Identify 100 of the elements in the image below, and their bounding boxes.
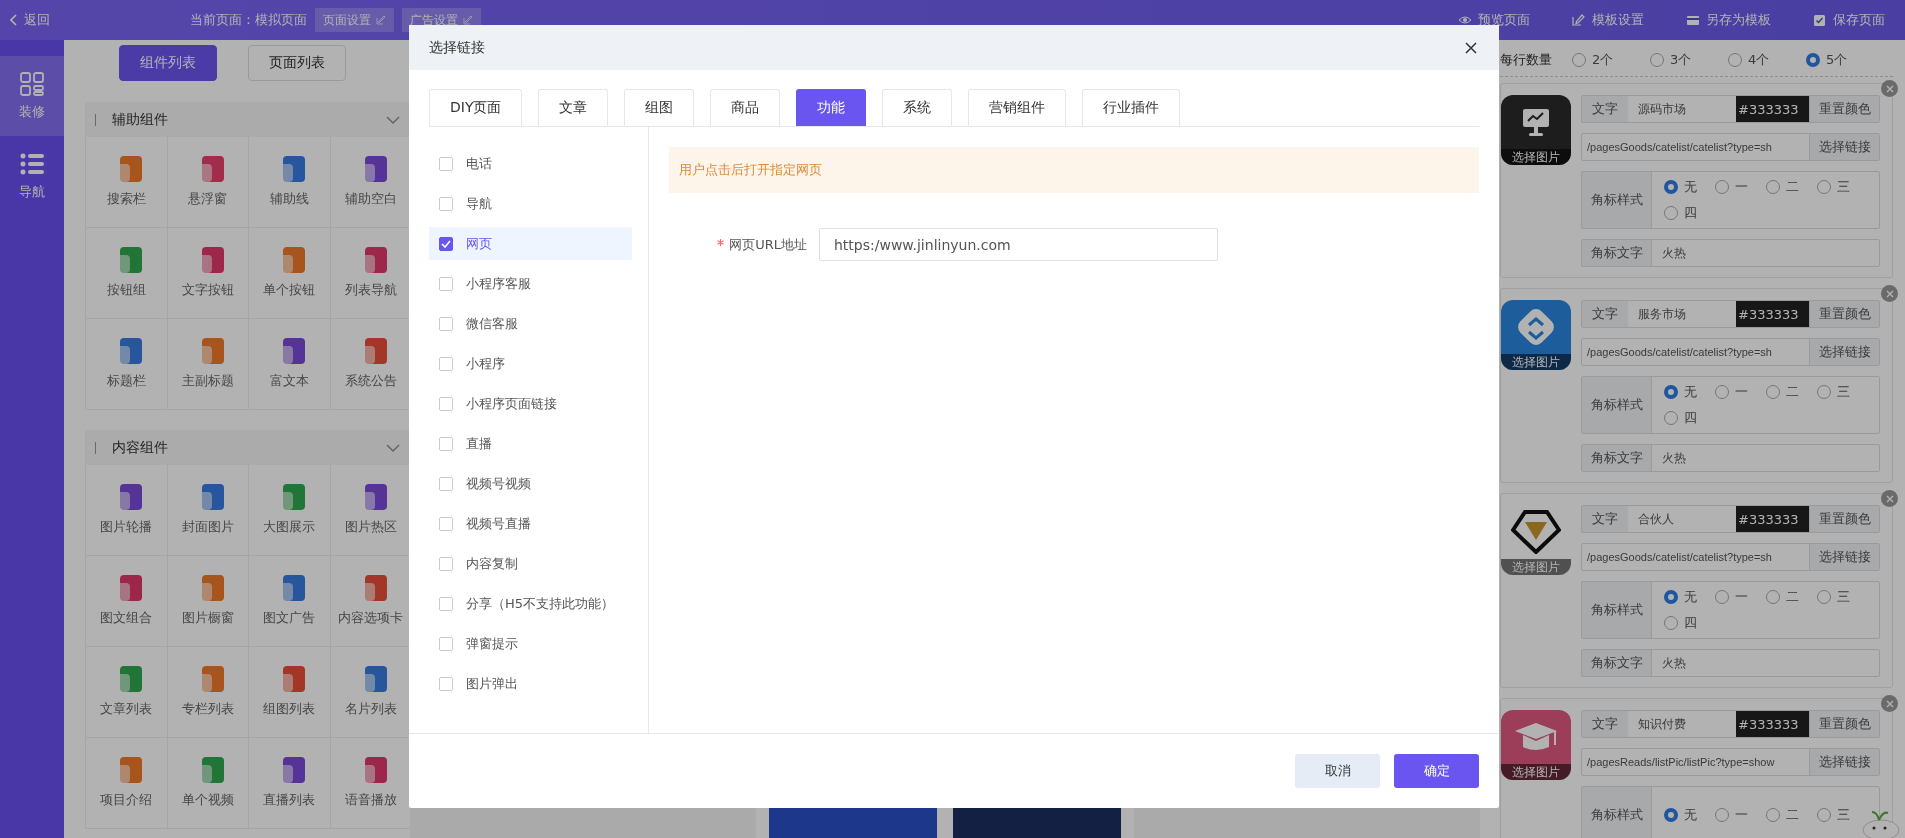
- close-button[interactable]: [1463, 39, 1479, 56]
- link-type-option[interactable]: 弹窗提示: [429, 627, 632, 660]
- top-action-button[interactable]: 保存页面: [1813, 11, 1885, 29]
- dialog-tab[interactable]: 文章: [538, 89, 609, 126]
- dialog-tab[interactable]: 行业插件: [1082, 89, 1181, 126]
- component-item[interactable]: 图文组合: [86, 556, 168, 647]
- dialog-tab[interactable]: 功能: [796, 89, 867, 126]
- link-type-option[interactable]: 分享（H5不支持此功能）: [429, 587, 632, 620]
- radio-option[interactable]: 四: [1664, 614, 1697, 632]
- panel-tab[interactable]: 页面列表: [248, 45, 346, 81]
- presentation-board-icon: [1523, 108, 1549, 136]
- component-item[interactable]: 单个视频: [167, 738, 249, 829]
- component-item[interactable]: 主副标题: [167, 319, 249, 410]
- image-picker[interactable]: 选择图片: [1501, 300, 1571, 370]
- per-row-label: 每行数量: [1500, 51, 1552, 69]
- component-item[interactable]: 图片橱窗: [167, 556, 249, 647]
- current-page-label: 当前页面：模拟页面: [190, 11, 307, 29]
- component-item[interactable]: 富文本: [249, 319, 331, 410]
- component-item[interactable]: 悬浮窗: [167, 137, 249, 228]
- link-type-option[interactable]: 视频号直播: [429, 507, 632, 540]
- edit-icon: [376, 15, 386, 25]
- component-item[interactable]: 项目介绍: [86, 738, 168, 829]
- group-header[interactable]: 内容组件: [85, 430, 410, 465]
- close-icon: [1465, 41, 1477, 54]
- close-icon: [1885, 289, 1894, 298]
- radio-option[interactable]: 三: [1817, 383, 1850, 401]
- link-type-option[interactable]: 视频号视频: [429, 467, 632, 500]
- radio-option[interactable]: 二: [1766, 588, 1799, 606]
- component-item[interactable]: 文章列表: [86, 647, 168, 738]
- url-input-field[interactable]: https:/www.jinlinyun.com: [819, 228, 1218, 261]
- top-action-button[interactable]: 预览页面: [1458, 11, 1530, 29]
- group-header[interactable]: 辅助组件: [85, 102, 410, 137]
- dialog-tab[interactable]: 系统: [882, 89, 953, 126]
- radio-option[interactable]: 2个: [1572, 51, 1632, 69]
- radio-option[interactable]: 三: [1817, 178, 1850, 196]
- link-type-option[interactable]: 小程序: [429, 347, 632, 380]
- component-item[interactable]: 大图展示: [249, 465, 331, 556]
- link-type-option[interactable]: 小程序页面链接: [429, 387, 632, 420]
- radio-option[interactable]: 二: [1766, 383, 1799, 401]
- field-label: 网页URL地址: [709, 235, 807, 254]
- field-label: 角标样式: [1582, 787, 1652, 838]
- sidebar-item[interactable]: 导航: [0, 136, 64, 216]
- component-item[interactable]: 组图列表: [249, 647, 331, 738]
- radio-option[interactable]: 三: [1817, 588, 1850, 606]
- dialog-tab[interactable]: DIY页面: [429, 89, 523, 126]
- component-item[interactable]: 专栏列表: [167, 647, 249, 738]
- link-type-option[interactable]: 网页: [429, 227, 632, 260]
- edit-icon: [463, 15, 473, 25]
- close-icon: [1885, 494, 1894, 503]
- radio-option[interactable]: 二: [1766, 806, 1799, 824]
- radio-option[interactable]: 四: [1664, 204, 1697, 222]
- link-type-option[interactable]: 图片弹出: [429, 667, 632, 700]
- component-item[interactable]: 图片轮播: [86, 465, 168, 556]
- radio-option[interactable]: 一: [1715, 383, 1748, 401]
- image-picker[interactable]: 选择图片: [1501, 95, 1571, 165]
- radio-option[interactable]: 无: [1664, 178, 1697, 196]
- card-icon: [1686, 14, 1700, 26]
- radio-option[interactable]: 3个: [1650, 51, 1710, 69]
- edit-icon: [1572, 14, 1586, 26]
- component-item[interactable]: 按钮组: [86, 228, 168, 319]
- link-type-option[interactable]: 小程序客服: [429, 267, 632, 300]
- component-item[interactable]: 搜索栏: [86, 137, 168, 228]
- chevron-left-icon: [10, 14, 18, 26]
- link-type-option[interactable]: 内容复制: [429, 547, 632, 580]
- image-picker[interactable]: 选择图片: [1501, 710, 1571, 780]
- radio-option[interactable]: 一: [1715, 178, 1748, 196]
- radio-option[interactable]: 4个: [1728, 51, 1788, 69]
- cancel-button[interactable]: 取消: [1295, 754, 1380, 788]
- radio-option[interactable]: 二: [1766, 178, 1799, 196]
- radio-option[interactable]: 无: [1664, 588, 1697, 606]
- component-item[interactable]: 标题栏: [86, 319, 168, 410]
- dialog-tab[interactable]: 商品: [710, 89, 781, 126]
- radio-option[interactable]: 一: [1715, 806, 1748, 824]
- component-item[interactable]: 文字按钮: [167, 228, 249, 319]
- field-label: 角标样式: [1582, 172, 1652, 228]
- component-item[interactable]: 辅助线: [249, 137, 331, 228]
- radio-option[interactable]: 无: [1664, 383, 1697, 401]
- link-type-option[interactable]: 直播: [429, 427, 632, 460]
- component-item[interactable]: 图文广告: [249, 556, 331, 647]
- radio-option[interactable]: 四: [1664, 409, 1697, 427]
- radio-option[interactable]: 一: [1715, 588, 1748, 606]
- group-title: 辅助组件: [112, 110, 169, 129]
- radio-option[interactable]: 无: [1664, 806, 1697, 824]
- top-action-button[interactable]: 另存为模板: [1686, 11, 1771, 29]
- link-type-option[interactable]: 电话: [429, 147, 632, 180]
- radio-option[interactable]: 三: [1817, 806, 1850, 824]
- radio-option[interactable]: 5个: [1806, 51, 1866, 69]
- component-item[interactable]: 单个按钮: [249, 228, 331, 319]
- back-link[interactable]: 返回: [10, 11, 50, 29]
- link-type-option[interactable]: 导航: [429, 187, 632, 220]
- top-action-button[interactable]: 模板设置: [1572, 11, 1644, 29]
- link-type-option[interactable]: 微信客服: [429, 307, 632, 340]
- check-icon: [441, 239, 451, 248]
- dialog-tab[interactable]: 组图: [624, 89, 695, 126]
- component-item[interactable]: 直播列表: [249, 738, 331, 829]
- dialog-tab[interactable]: 营销组件: [968, 89, 1067, 126]
- component-item[interactable]: 封面图片: [167, 465, 249, 556]
- panel-tab[interactable]: 组件列表: [119, 45, 217, 81]
- confirm-button[interactable]: 确定: [1394, 754, 1479, 788]
- field-label: 角标样式: [1582, 377, 1652, 433]
